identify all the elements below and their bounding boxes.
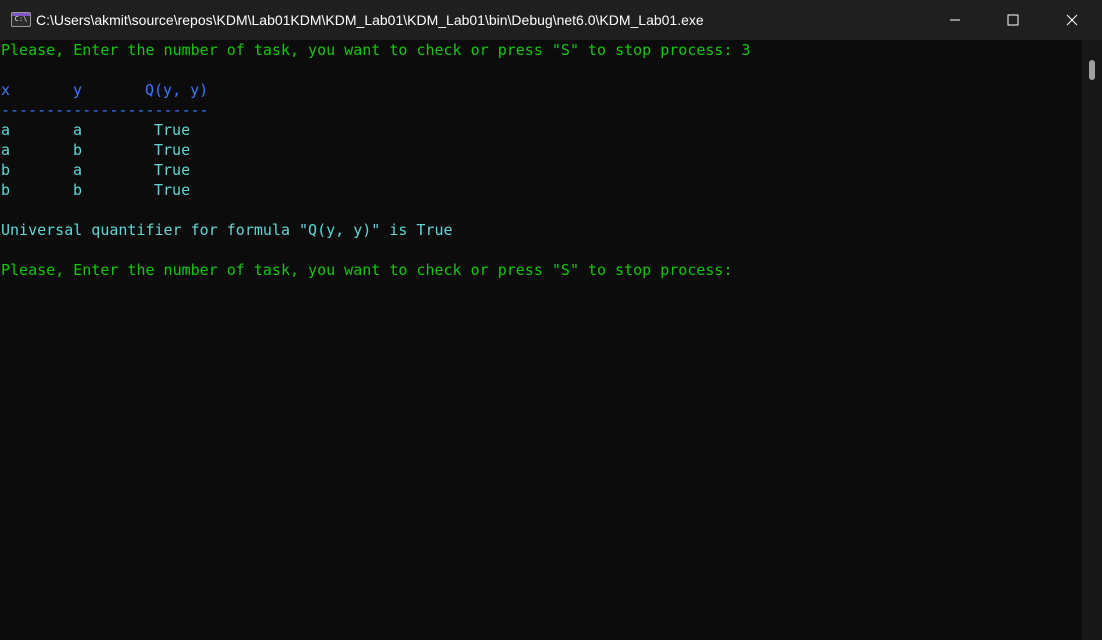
quantifier-result-line: Universal quantifier for formula "Q(y, y… <box>1 221 453 239</box>
cell-x: b <box>1 161 11 179</box>
window-title: C:\Users\akmit\source\repos\KDM\Lab01KDM… <box>36 12 704 28</box>
scrollbar-thumb[interactable] <box>1089 60 1095 80</box>
table-header-row: x y Q(y, y) <box>1 80 301 100</box>
table-row: a b True <box>1 140 301 160</box>
table-row: b b True <box>1 180 301 200</box>
cell-y: a <box>73 161 83 179</box>
console-output-area[interactable]: Please, Enter the number of task, you wa… <box>0 40 1082 640</box>
cell-q: True <box>154 181 191 199</box>
header-q: Q(y, y) <box>145 81 209 99</box>
cell-q: True <box>154 121 191 139</box>
console-app-icon: C:\ <box>11 12 31 27</box>
cell-x: a <box>1 121 11 139</box>
maximize-button[interactable] <box>984 0 1042 40</box>
task-prompt-line: Please, Enter the number of task, you wa… <box>1 41 751 59</box>
cell-q: True <box>154 141 191 159</box>
close-button[interactable] <box>1043 0 1101 40</box>
title-bar[interactable]: C:\ C:\Users\akmit\source\repos\KDM\Lab0… <box>0 0 1102 40</box>
task-prompt-line-active: Please, Enter the number of task, you wa… <box>1 261 733 279</box>
maximize-icon <box>1007 14 1019 26</box>
close-icon <box>1066 14 1078 26</box>
minimize-icon <box>950 19 960 21</box>
header-x: x <box>1 81 11 99</box>
table-separator: ----------------------- <box>1 101 209 119</box>
cell-y: b <box>73 181 83 199</box>
minimize-button[interactable] <box>926 0 984 40</box>
table-row: b a True <box>1 160 301 180</box>
cell-q: True <box>154 161 191 179</box>
cell-x: a <box>1 141 11 159</box>
table-row: a a True <box>1 120 301 140</box>
console-window: C:\ C:\Users\akmit\source\repos\KDM\Lab0… <box>0 0 1102 640</box>
vertical-scrollbar[interactable] <box>1082 40 1102 640</box>
cell-y: b <box>73 141 83 159</box>
cell-x: b <box>1 181 11 199</box>
cell-y: a <box>73 121 83 139</box>
header-y: y <box>73 81 83 99</box>
